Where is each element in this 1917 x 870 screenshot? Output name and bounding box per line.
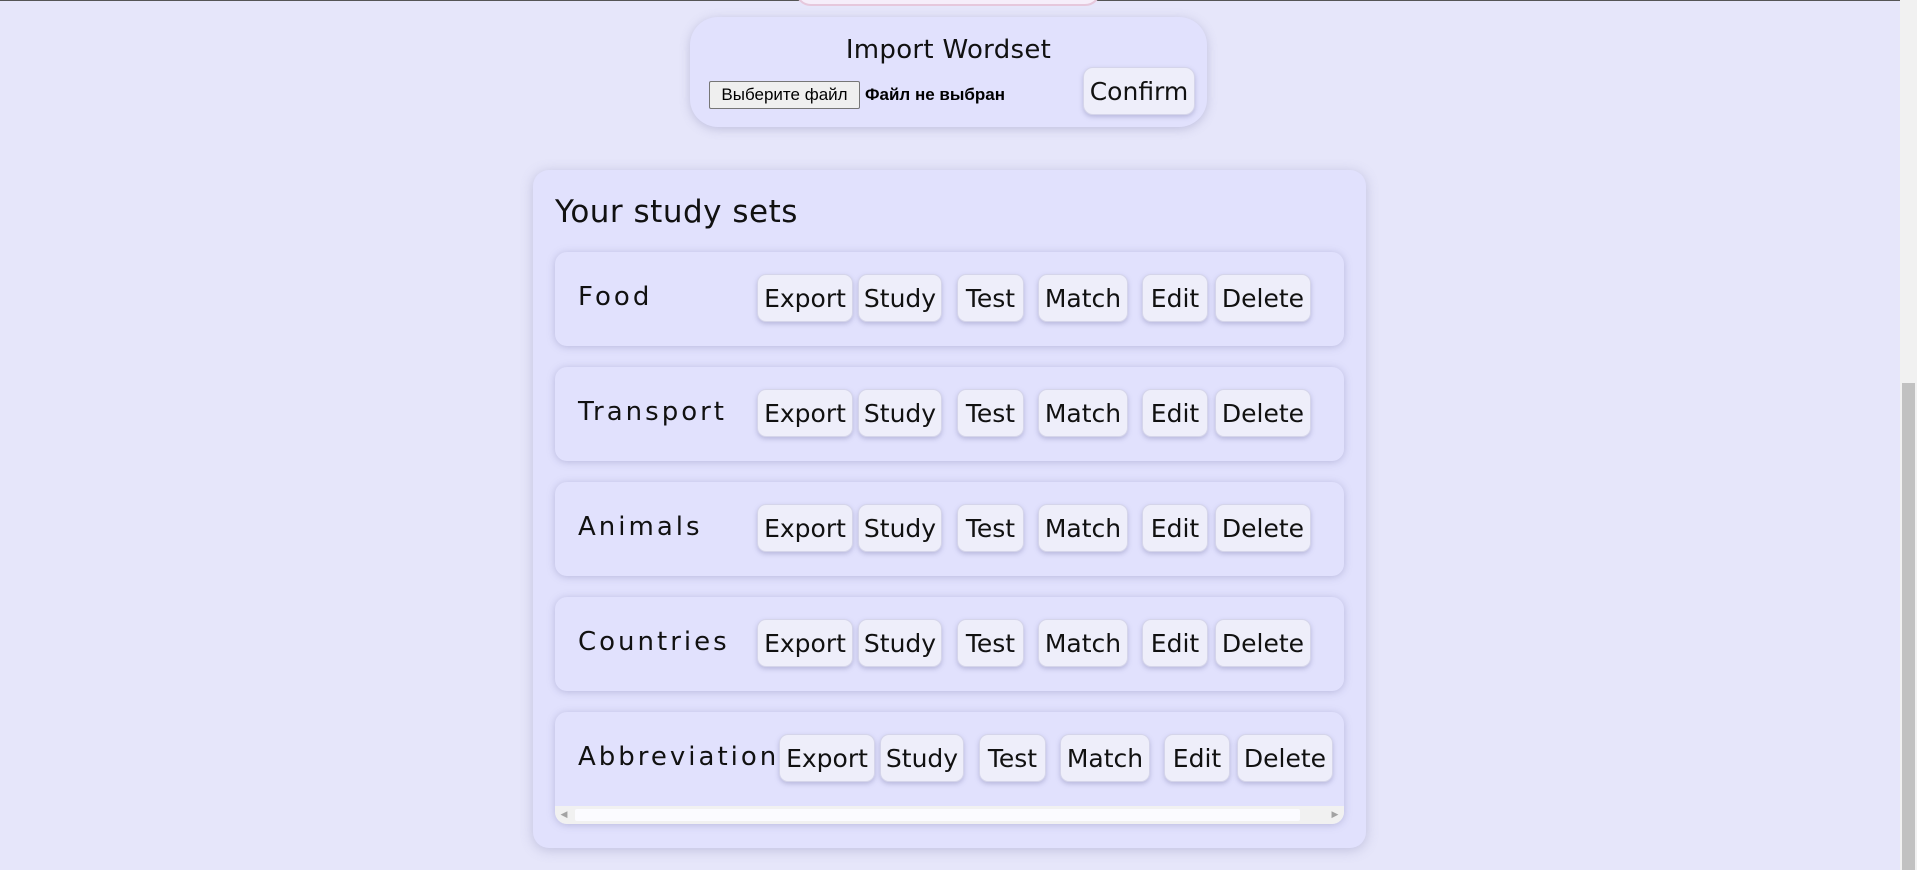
scroll-right-arrow-icon[interactable]: ▶	[1330, 810, 1340, 820]
set-name: Food	[578, 282, 653, 312]
match-button[interactable]: Match	[1038, 504, 1128, 552]
study-button[interactable]: Study	[858, 504, 942, 552]
export-button[interactable]: Export	[779, 734, 875, 782]
study-button[interactable]: Study	[880, 734, 964, 782]
confirm-button[interactable]: Confirm	[1083, 67, 1195, 115]
match-button[interactable]: Match	[1038, 389, 1128, 437]
study-button[interactable]: Study	[858, 274, 942, 322]
horizontal-scroll-thumb[interactable]	[575, 809, 1300, 821]
previous-card-fragment	[795, 0, 1101, 6]
study-set-row-countries: Countries Export Study Test Match Edit D…	[555, 597, 1344, 691]
horizontal-scrollbar[interactable]: ◀ ▶	[555, 806, 1344, 824]
match-button[interactable]: Match	[1060, 734, 1150, 782]
delete-button[interactable]: Delete	[1215, 504, 1311, 552]
study-sets-title: Your study sets	[555, 194, 798, 230]
import-wordset-card: Import Wordset Выберите файл Файл не выб…	[690, 17, 1207, 127]
set-name: Countries	[578, 627, 730, 657]
choose-file-button[interactable]: Выберите файл	[709, 81, 860, 109]
match-button[interactable]: Match	[1038, 274, 1128, 322]
set-name: Abbreviations	[578, 742, 796, 772]
study-button[interactable]: Study	[858, 389, 942, 437]
test-button[interactable]: Test	[957, 274, 1024, 322]
study-set-row-transport: Transport Export Study Test Match Edit D…	[555, 367, 1344, 461]
delete-button[interactable]: Delete	[1237, 734, 1333, 782]
edit-button[interactable]: Edit	[1142, 619, 1208, 667]
study-set-row-animals: Animals Export Study Test Match Edit Del…	[555, 482, 1344, 576]
import-title: Import Wordset	[845, 35, 1052, 65]
delete-button[interactable]: Delete	[1215, 274, 1311, 322]
vertical-scroll-thumb[interactable]	[1902, 383, 1915, 870]
export-button[interactable]: Export	[757, 504, 853, 552]
edit-button[interactable]: Edit	[1164, 734, 1230, 782]
set-name: Animals	[578, 512, 703, 542]
edit-button[interactable]: Edit	[1142, 274, 1208, 322]
test-button[interactable]: Test	[957, 504, 1024, 552]
match-button[interactable]: Match	[1038, 619, 1128, 667]
page-vertical-scrollbar[interactable]	[1900, 0, 1917, 870]
test-button[interactable]: Test	[957, 619, 1024, 667]
file-status-text: Файл не выбран	[865, 85, 1005, 104]
test-button[interactable]: Test	[979, 734, 1046, 782]
test-button[interactable]: Test	[957, 389, 1024, 437]
study-set-row-food: Food Export Study Test Match Edit Delete	[555, 252, 1344, 346]
study-sets-panel: Your study sets Food Export Study Test M…	[533, 170, 1366, 848]
study-button[interactable]: Study	[858, 619, 942, 667]
export-button[interactable]: Export	[757, 274, 853, 322]
delete-button[interactable]: Delete	[1215, 389, 1311, 437]
delete-button[interactable]: Delete	[1215, 619, 1311, 667]
export-button[interactable]: Export	[757, 619, 853, 667]
export-button[interactable]: Export	[757, 389, 853, 437]
scroll-left-arrow-icon[interactable]: ◀	[559, 810, 569, 820]
study-set-row-abbreviations: Abbreviations Export Study Test Match Ed…	[555, 712, 1344, 824]
edit-button[interactable]: Edit	[1142, 389, 1208, 437]
edit-button[interactable]: Edit	[1142, 504, 1208, 552]
set-name: Transport	[578, 397, 728, 427]
